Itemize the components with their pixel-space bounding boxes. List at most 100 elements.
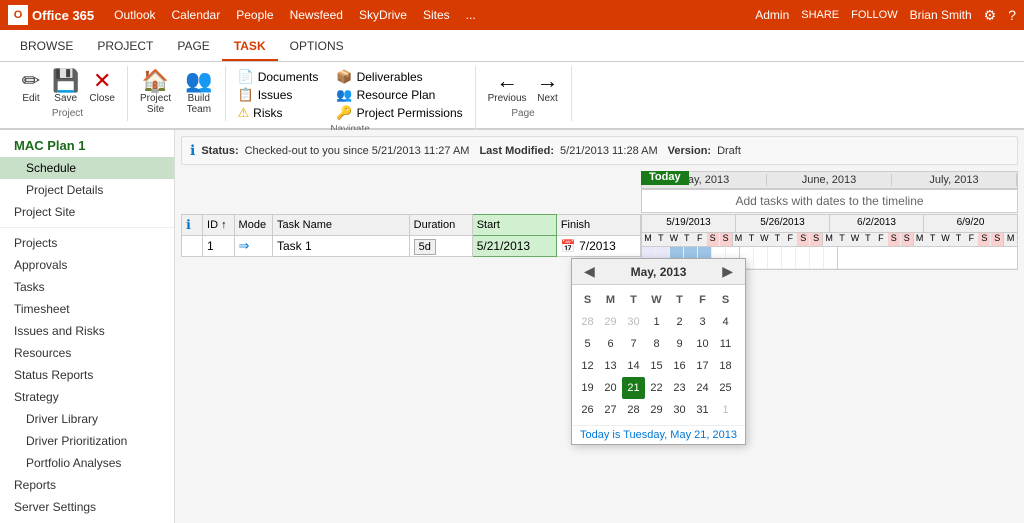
tab-task[interactable]: TASK xyxy=(222,33,278,61)
save-button[interactable]: 💾 Save xyxy=(48,68,83,106)
sidebar-item-issues-risks[interactable]: Issues and Risks xyxy=(0,320,174,342)
col-start[interactable]: Start xyxy=(472,215,556,236)
cal-day-15[interactable]: 15 xyxy=(645,355,668,377)
sidebar-item-schedule[interactable]: Schedule xyxy=(0,157,174,179)
cal-day-24[interactable]: 24 xyxy=(691,377,714,399)
build-team-button[interactable]: 👥 BuildTeam xyxy=(181,68,216,117)
sidebar-item-driver-prioritization[interactable]: Driver Prioritization xyxy=(0,430,174,452)
task-name-cell[interactable]: Task 1 xyxy=(272,236,409,257)
cal-day-8[interactable]: 8 xyxy=(645,333,668,355)
nav-skydrive[interactable]: SkyDrive xyxy=(359,8,407,22)
sidebar-item-reports[interactable]: Reports xyxy=(0,474,174,496)
sidebar-item-portfolio-analyses[interactable]: Portfolio Analyses xyxy=(0,452,174,474)
tab-browse[interactable]: BROWSE xyxy=(8,33,85,61)
task-start[interactable]: 5/21/2013 xyxy=(472,236,556,257)
cal-day-7[interactable]: 7 xyxy=(622,333,645,355)
follow-button[interactable]: FOLLOW xyxy=(851,9,897,21)
task-finish[interactable]: 📅 7/2013 xyxy=(556,236,640,257)
cal-day-11[interactable]: 11 xyxy=(714,333,737,355)
today-date[interactable]: Tuesday, May 21, 2013 xyxy=(623,429,737,441)
edit-button[interactable]: ✏ Edit xyxy=(16,68,46,106)
sidebar-item-timesheet[interactable]: Timesheet xyxy=(0,298,174,320)
resource-plan-button[interactable]: 👥 Resource Plan xyxy=(332,86,466,104)
sidebar-item-project-site[interactable]: Project Site xyxy=(0,201,174,223)
admin-menu[interactable]: Admin xyxy=(755,8,789,22)
sidebar-mac-plan[interactable]: MAC Plan 1 xyxy=(0,134,174,157)
cal-day-20[interactable]: 20 xyxy=(599,377,622,399)
next-button[interactable]: → Next xyxy=(533,68,563,106)
nav-more[interactable]: ... xyxy=(466,8,476,22)
sidebar-item-project-details[interactable]: Project Details xyxy=(0,179,174,201)
date-hdr-519: 5/19/2013 xyxy=(642,215,736,232)
nav-calendar[interactable]: Calendar xyxy=(172,8,221,22)
cal-day-1b[interactable]: 1 xyxy=(714,399,737,421)
cal-day-2[interactable]: 2 xyxy=(668,311,691,333)
cal-day-30b[interactable]: 30 xyxy=(668,399,691,421)
cal-day-3[interactable]: 3 xyxy=(691,311,714,333)
cal-prev-button[interactable]: ◀ xyxy=(580,263,599,280)
tab-options[interactable]: OPTIONS xyxy=(278,33,356,61)
cal-day-23[interactable]: 23 xyxy=(668,377,691,399)
nav-people[interactable]: People xyxy=(236,8,273,22)
nav-sites[interactable]: Sites xyxy=(423,8,450,22)
close-button[interactable]: ✕ Close xyxy=(85,68,119,106)
sidebar-item-resources[interactable]: Resources xyxy=(0,342,174,364)
cal-day-10[interactable]: 10 xyxy=(691,333,714,355)
nav-newsfeed[interactable]: Newsfeed xyxy=(290,8,343,22)
share-button[interactable]: SHARE xyxy=(801,9,839,21)
cal-next-button[interactable]: ▶ xyxy=(718,263,737,280)
documents-button[interactable]: 📄 Documents xyxy=(234,68,323,86)
col-duration[interactable]: Duration xyxy=(409,215,472,236)
issues-button[interactable]: 📋 Issues xyxy=(234,86,323,104)
project-site-icon: 🏠 xyxy=(142,70,169,92)
cal-day-5[interactable]: 5 xyxy=(576,333,599,355)
cal-day-27[interactable]: 27 xyxy=(599,399,622,421)
col-task-name[interactable]: Task Name xyxy=(272,215,409,236)
cal-day-16[interactable]: 16 xyxy=(668,355,691,377)
cal-day-14[interactable]: 14 xyxy=(622,355,645,377)
col-mode[interactable]: Mode xyxy=(234,215,272,236)
sidebar-item-tasks[interactable]: Tasks xyxy=(0,276,174,298)
nav-outlook[interactable]: Outlook xyxy=(114,8,155,22)
cal-day-18[interactable]: 18 xyxy=(714,355,737,377)
gear-icon[interactable]: ⚙ xyxy=(984,7,997,24)
sidebar-item-strategy[interactable]: Strategy xyxy=(0,386,174,408)
cal-day-29a[interactable]: 29 xyxy=(599,311,622,333)
user-name[interactable]: Brian Smith xyxy=(910,8,972,22)
col-id[interactable]: ID ↑ xyxy=(203,215,235,236)
help-icon[interactable]: ? xyxy=(1008,7,1016,23)
today-button[interactable]: Today xyxy=(641,171,689,185)
tab-project[interactable]: PROJECT xyxy=(85,33,165,61)
cal-day-28a[interactable]: 28 xyxy=(576,311,599,333)
cal-day-13[interactable]: 13 xyxy=(599,355,622,377)
risks-button[interactable]: ⚠ Risks xyxy=(234,104,323,122)
cal-day-29b[interactable]: 29 xyxy=(645,399,668,421)
cal-day-1[interactable]: 1 xyxy=(645,311,668,333)
cal-day-22[interactable]: 22 xyxy=(645,377,668,399)
sidebar-item-server-settings[interactable]: Server Settings xyxy=(0,496,174,518)
deliverables-button[interactable]: 📦 Deliverables xyxy=(332,68,466,86)
sidebar-item-status-reports[interactable]: Status Reports xyxy=(0,364,174,386)
cal-day-17[interactable]: 17 xyxy=(691,355,714,377)
tab-page[interactable]: PAGE xyxy=(165,33,221,61)
cal-day-30a[interactable]: 30 xyxy=(622,311,645,333)
cal-day-19[interactable]: 19 xyxy=(576,377,599,399)
sidebar-item-projects[interactable]: Projects xyxy=(0,232,174,254)
cal-day-26[interactable]: 26 xyxy=(576,399,599,421)
cal-day-12[interactable]: 12 xyxy=(576,355,599,377)
cal-day-4[interactable]: 4 xyxy=(714,311,737,333)
cal-day-6[interactable]: 6 xyxy=(599,333,622,355)
task-duration[interactable]: 5d xyxy=(409,236,472,257)
previous-button[interactable]: ← Previous xyxy=(484,68,531,106)
project-site-button[interactable]: 🏠 ProjectSite xyxy=(136,68,175,117)
col-finish[interactable]: Finish xyxy=(556,215,640,236)
project-permissions-button[interactable]: 🔑 Project Permissions xyxy=(332,104,466,122)
cal-day-21[interactable]: 21 xyxy=(622,377,645,399)
cal-day-31[interactable]: 31 xyxy=(691,399,714,421)
sidebar-item-driver-library[interactable]: Driver Library xyxy=(0,408,174,430)
office-logo[interactable]: O Office 365 xyxy=(8,5,94,25)
cal-day-25[interactable]: 25 xyxy=(714,377,737,399)
sidebar-item-approvals[interactable]: Approvals xyxy=(0,254,174,276)
cal-day-28b[interactable]: 28 xyxy=(622,399,645,421)
cal-day-9[interactable]: 9 xyxy=(668,333,691,355)
